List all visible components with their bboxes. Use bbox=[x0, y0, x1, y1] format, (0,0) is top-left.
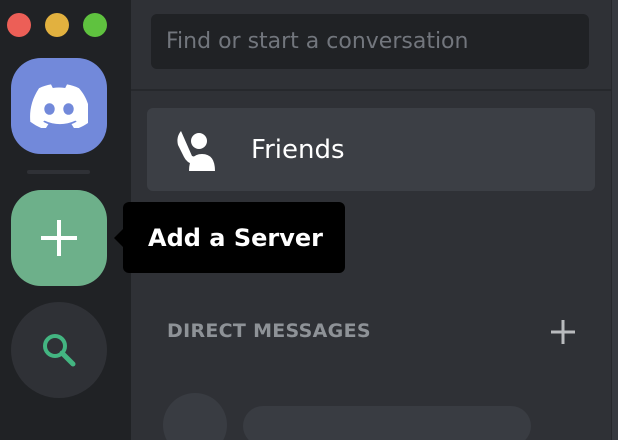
search-icon bbox=[43, 334, 76, 367]
panel-header: Find or start a conversation bbox=[131, 0, 611, 91]
home-button[interactable] bbox=[11, 58, 107, 154]
direct-messages-title: DIRECT MESSAGES bbox=[167, 320, 371, 342]
dm-placeholder-name bbox=[243, 406, 531, 440]
direct-messages-header: DIRECT MESSAGES bbox=[167, 318, 577, 348]
add-server-tooltip: Add a Server bbox=[114, 202, 345, 273]
tooltip-label: Add a Server bbox=[148, 223, 323, 252]
search-input[interactable]: Find or start a conversation bbox=[151, 14, 589, 69]
dm-placeholder-avatar bbox=[163, 393, 227, 440]
explore-servers-button[interactable] bbox=[11, 302, 107, 398]
window-minimize-button[interactable] bbox=[45, 13, 69, 37]
nav-item-friends[interactable]: Friends bbox=[147, 108, 595, 191]
rail-separator bbox=[27, 170, 90, 174]
friends-label: Friends bbox=[251, 134, 345, 165]
create-dm-plus-icon[interactable] bbox=[549, 318, 577, 346]
server-rail bbox=[0, 0, 131, 440]
plus-icon bbox=[41, 220, 77, 256]
search-placeholder: Find or start a conversation bbox=[166, 29, 469, 54]
main-content-edge bbox=[611, 0, 618, 440]
add-server-button[interactable] bbox=[11, 190, 107, 286]
app-window: Find or start a conversation Friends DIR… bbox=[0, 0, 618, 440]
discord-logo-icon bbox=[30, 84, 88, 128]
window-maximize-button[interactable] bbox=[83, 13, 107, 37]
window-close-button[interactable] bbox=[7, 13, 31, 37]
friends-icon bbox=[177, 131, 215, 171]
